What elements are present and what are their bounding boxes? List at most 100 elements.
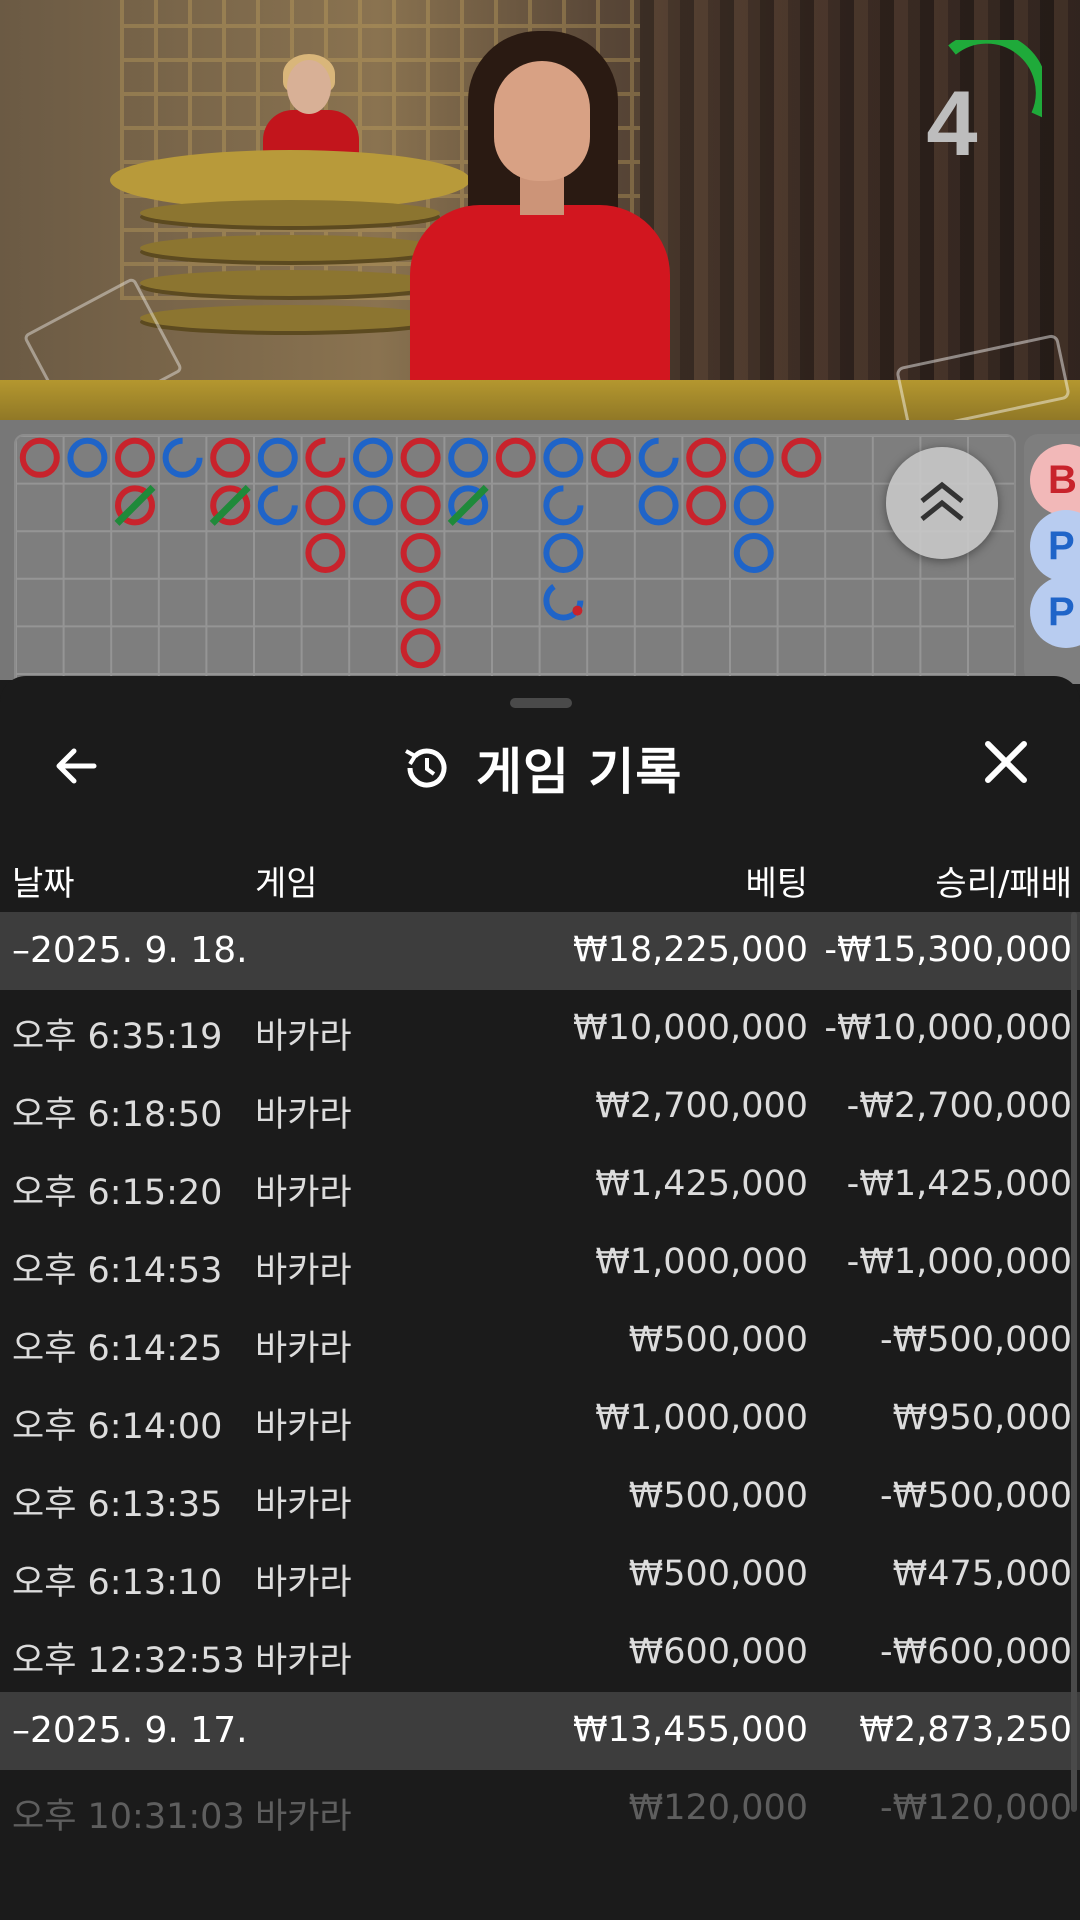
countdown-number: 4: [926, 73, 978, 175]
close-icon[interactable]: [978, 734, 1034, 790]
row-bet: ₩600,000: [628, 1632, 808, 1672]
player-bead: [638, 485, 679, 526]
player-bead: [162, 437, 203, 478]
row-winloss: -₩1,425,000: [846, 1164, 1072, 1204]
row-winloss: -₩10,000,000: [824, 1008, 1072, 1048]
column-header-bet[interactable]: 베팅: [745, 856, 808, 905]
player-bead: [543, 485, 584, 526]
column-header-date[interactable]: 날짜: [12, 856, 75, 905]
banker-bead: [591, 437, 631, 478]
row-winloss: -₩500,000: [880, 1476, 1072, 1516]
row-bet: ₩13,455,000: [572, 1710, 808, 1750]
player-bead: [257, 437, 298, 478]
banker-bead: [305, 485, 346, 526]
history-row[interactable]: 오후 6:14:00 바카라 ₩1,000,000 ₩950,000: [0, 1380, 1080, 1458]
column-headers: 날짜 게임 베팅 승리/패배: [0, 848, 1080, 912]
history-row[interactable]: 오후 6:15:20 바카라 ₩1,425,000 -₩1,425,000: [0, 1146, 1080, 1224]
history-row[interactable]: 오후 6:13:35 바카라 ₩500,000 -₩500,000: [0, 1458, 1080, 1536]
history-row[interactable]: 오후 6:14:53 바카라 ₩1,000,000 -₩1,000,000: [0, 1224, 1080, 1302]
banker-bead: [305, 437, 346, 478]
row-date: 오후 6:18:50: [12, 1095, 223, 1135]
row-winloss: -₩2,700,000: [846, 1086, 1072, 1126]
row-bet: ₩1,000,000: [595, 1398, 808, 1438]
row-game: 바카라: [255, 1485, 352, 1525]
row-game: 바카라: [255, 1095, 352, 1135]
row-date: 오후 6:35:19: [12, 1017, 223, 1057]
player-bead: [67, 437, 108, 478]
row-winloss: ₩475,000: [892, 1554, 1072, 1594]
player-bead: [543, 533, 584, 573]
live-video-feed: 4: [0, 0, 1080, 420]
row-date: 오후 6:13:35: [12, 1485, 223, 1525]
player-bead: [353, 437, 393, 478]
row-date: 오후 6:14:53: [12, 1251, 223, 1291]
player-bead: [543, 437, 584, 478]
row-winloss: -₩120,000: [880, 1788, 1072, 1828]
row-date: –2025. 9. 17.: [12, 1710, 248, 1751]
banker-bead: [400, 437, 441, 478]
banker-bead: [686, 485, 727, 526]
panel-title: 게임 기록: [476, 743, 683, 801]
banker-bead: [115, 437, 155, 478]
history-row[interactable]: 오후 12:32:53 바카라 ₩600,000 -₩600,000: [0, 1614, 1080, 1692]
player-bead: [638, 437, 679, 478]
pair-dot: [572, 605, 583, 616]
row-bet: ₩1,425,000: [595, 1164, 808, 1204]
date-group-row[interactable]: –2025. 9. 17. ₩13,455,000 ₩2,873,250: [0, 1692, 1080, 1770]
double-chevron-up-icon: [920, 481, 964, 521]
drag-handle[interactable]: [510, 698, 572, 708]
row-bet: ₩500,000: [628, 1476, 808, 1516]
row-winloss: -₩1,000,000: [846, 1242, 1072, 1282]
history-row[interactable]: 오후 6:14:25 바카라 ₩500,000 -₩500,000: [0, 1302, 1080, 1380]
row-bet: ₩1,000,000: [595, 1242, 808, 1282]
bead-road-grid[interactable]: [14, 434, 1016, 688]
player-bead: [353, 485, 393, 526]
row-bet: ₩500,000: [628, 1554, 808, 1594]
expand-roadmap-button[interactable]: [886, 447, 998, 559]
row-game: 바카라: [255, 1251, 352, 1291]
banker-bead: [400, 485, 441, 526]
banker-bead: [305, 533, 346, 573]
banker-bead: [400, 580, 441, 621]
row-date: 오후 6:14:00: [12, 1407, 223, 1447]
row-winloss: ₩2,873,250: [859, 1710, 1072, 1750]
row-winloss: ₩950,000: [892, 1398, 1072, 1438]
arrow-left-icon[interactable]: [50, 738, 106, 794]
history-list: –2025. 9. 18. ₩18,225,000 -₩15,300,000 오후 6…: [0, 912, 1080, 1848]
row-game: 바카라: [255, 1797, 352, 1837]
row-bet: ₩120,000: [628, 1788, 808, 1828]
row-game: 바카라: [255, 1641, 352, 1681]
player-bead: [733, 485, 774, 526]
row-game: 바카라: [255, 1329, 352, 1369]
game-history-panel: 게임 기록 날짜 게임 베팅 승리/패배 –2025. 9. 18. ₩18,22…: [0, 676, 1080, 1920]
row-date: 오후 6:13:10: [12, 1563, 223, 1603]
history-clock-icon: [405, 748, 447, 788]
date-group-row[interactable]: –2025. 9. 18. ₩18,225,000 -₩15,300,000: [0, 912, 1080, 990]
history-row[interactable]: 오후 10:31:03 바카라 ₩120,000 -₩120,000: [0, 1770, 1080, 1848]
row-bet: ₩500,000: [628, 1320, 808, 1360]
scrollbar[interactable]: [1071, 912, 1077, 1812]
row-date: 오후 12:32:53: [12, 1641, 245, 1681]
background-dealer: [255, 54, 365, 200]
row-winloss: -₩600,000: [880, 1632, 1072, 1672]
banker-bead: [400, 628, 441, 669]
banker-bead: [495, 437, 536, 478]
history-row[interactable]: 오후 6:13:10 바카라 ₩500,000 ₩475,000: [0, 1536, 1080, 1614]
history-row[interactable]: 오후 6:18:50 바카라 ₩2,700,000 -₩2,700,000: [0, 1068, 1080, 1146]
row-bet: ₩10,000,000: [572, 1008, 808, 1048]
column-header-winloss[interactable]: 승리/패배: [935, 856, 1072, 905]
row-date: 오후 10:31:03: [12, 1797, 245, 1837]
banker-bead: [781, 437, 822, 478]
row-date: 오후 6:15:20: [12, 1173, 223, 1213]
history-row[interactable]: 오후 6:35:19 바카라 ₩10,000,000 -₩10,000,000: [0, 990, 1080, 1068]
player-bead: [257, 485, 298, 526]
banker-bead: [400, 533, 441, 573]
row-date: –2025. 9. 18.: [12, 930, 248, 971]
column-header-game[interactable]: 게임: [255, 856, 318, 905]
row-winloss: -₩500,000: [880, 1320, 1072, 1360]
banker-bead: [19, 437, 60, 478]
panel-header: 게임 기록: [400, 728, 682, 808]
player-bead: [448, 437, 489, 478]
row-game: 바카라: [255, 1173, 352, 1213]
banker-bead: [686, 437, 727, 478]
